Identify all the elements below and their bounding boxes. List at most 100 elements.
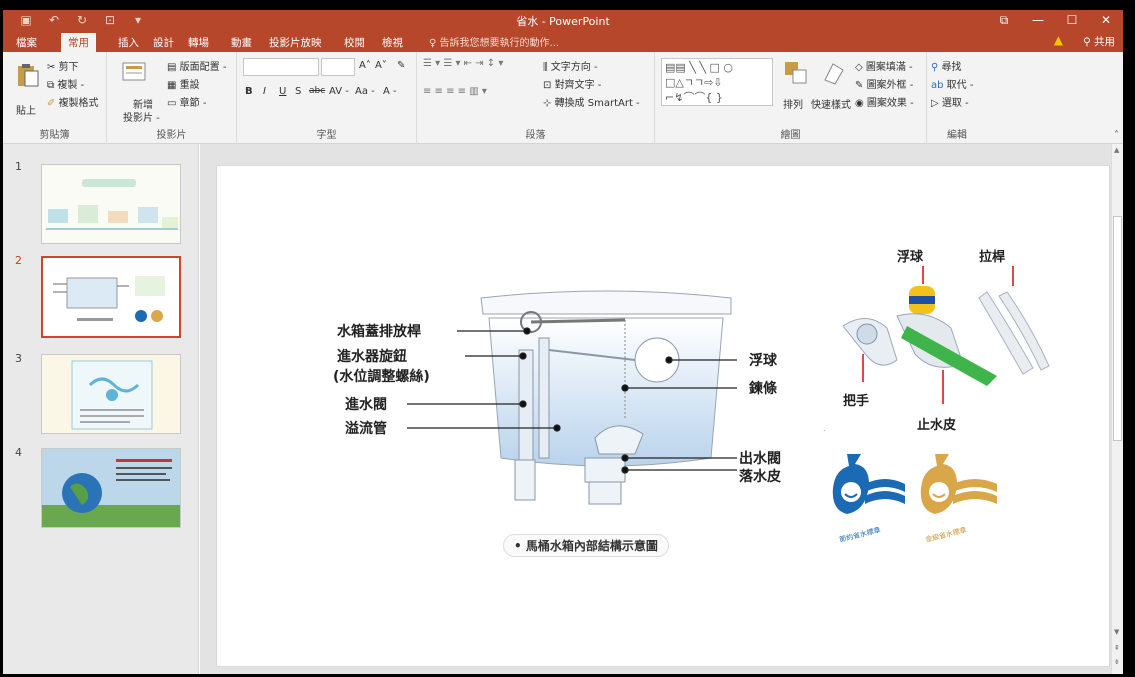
clear-format-icon[interactable]: ✎	[397, 60, 405, 71]
section-icon: ▭	[167, 98, 180, 109]
label-inlet-valve: 進水閥	[345, 397, 387, 413]
align-icons[interactable]: ≡ ≡ ≡ ≡ ▥ ▾	[423, 86, 487, 97]
slide-number-2: 2	[15, 254, 22, 267]
font-color-button[interactable]: A -	[383, 86, 397, 97]
paste-icon[interactable]	[15, 62, 41, 88]
select-button[interactable]: ▷ 選取 -	[931, 94, 969, 109]
tab-transitions[interactable]: 轉場	[181, 33, 216, 52]
format-painter-button[interactable]: ✐ 複製格式	[47, 94, 99, 109]
next-slide-icon[interactable]: ⇟	[1114, 658, 1120, 666]
scroll-thumb[interactable]	[1113, 216, 1122, 441]
slide-thumbnail-3[interactable]	[41, 354, 181, 434]
paste-button[interactable]: 貼上	[16, 102, 36, 117]
flush-parts-photo	[842, 266, 1050, 404]
clipboard-group: 貼上 ✂ 剪下 ⧉ 複製 - ✐ 複製格式 剪貼簿	[3, 52, 107, 144]
warning-icon[interactable]: ▲	[1054, 33, 1063, 47]
outline-icon: ✎	[855, 80, 867, 91]
drawing-group: ▤▤ ╲ ╲ □ ○ □△ㄱㄱ⇨⇩ ⌐↯⌒⌒{ } 排列 快速樣式 ◇ 圖案填滿 -…	[655, 52, 927, 144]
powerpoint-window: ▣ ↶ ↻ ⊡ ▾ 省水 - PowerPoint ⧉ — ☐ ✕ 檔案 常用 …	[0, 0, 1135, 677]
shadow-button[interactable]: S	[295, 86, 301, 97]
label-overflow-pipe: 溢流管	[345, 421, 387, 437]
change-case-button[interactable]: Aa -	[355, 86, 375, 97]
tab-view[interactable]: 檢視	[375, 33, 410, 52]
shape-effects-button[interactable]: ◉ 圖案效果 -	[855, 94, 914, 109]
replace-button[interactable]: ab 取代 -	[931, 76, 973, 91]
tab-insert[interactable]: 插入	[111, 33, 146, 52]
effects-icon: ◉	[855, 98, 867, 109]
tab-home[interactable]: 常用	[61, 33, 96, 52]
cursor-icon: ▷	[931, 98, 942, 109]
brush-icon: ✐	[47, 98, 59, 109]
collapse-ribbon-icon[interactable]: ˄	[1114, 130, 1119, 141]
vertical-scrollbar[interactable]: ▲ ▼ ⇞ ⇟	[1111, 144, 1123, 674]
text-direction-button[interactable]: ⫼ 文字方向 -	[543, 58, 598, 73]
tab-file[interactable]: 檔案	[9, 33, 44, 52]
minimize-icon[interactable]: —	[1021, 10, 1055, 30]
lightbulb-icon: ♀	[429, 38, 440, 49]
arrange-icon[interactable]	[783, 60, 809, 86]
copy-button[interactable]: ⧉ 複製 -	[47, 76, 84, 91]
bold-button[interactable]: B	[245, 86, 253, 97]
align-text-button[interactable]: ⊡ 對齊文字 -	[543, 76, 601, 91]
label-flapper: 落水皮	[739, 469, 781, 485]
slide-thumbnail-4[interactable]	[41, 448, 181, 528]
copy-icon: ⧉	[47, 80, 58, 91]
tell-me-box[interactable]: ♀ 告訴我您想要執行的動作...	[429, 34, 559, 49]
new-slide-icon[interactable]	[121, 60, 147, 86]
bullets-icon[interactable]: ☰ ▾ ☰ ▾ ⇤ ⇥ ↕ ▾	[423, 58, 503, 69]
thumbnail-1-image	[42, 165, 180, 243]
scissors-icon: ✂	[47, 62, 59, 73]
tab-design[interactable]: 設計	[146, 33, 181, 52]
section-button[interactable]: ▭ 章節 -	[167, 94, 206, 109]
font-label: 字型	[316, 130, 337, 141]
share-button[interactable]: ⚲ 共用	[1083, 34, 1115, 49]
scroll-up-icon[interactable]: ▲	[1114, 146, 1119, 154]
close-icon[interactable]: ✕	[1089, 10, 1123, 30]
label-chain: 鍊條	[749, 381, 777, 397]
grow-font-icon[interactable]: A˄	[359, 60, 371, 71]
shape-outline-button[interactable]: ✎ 圖案外框 -	[855, 76, 913, 91]
shrink-font-icon[interactable]: A˅	[375, 60, 387, 71]
tab-slideshow[interactable]: 投影片放映	[262, 33, 329, 52]
prev-slide-icon[interactable]: ⇞	[1114, 644, 1120, 652]
tab-animations[interactable]: 動畫	[224, 33, 259, 52]
label-flush-lever: 水箱蓋排放桿	[337, 324, 421, 340]
char-spacing-button[interactable]: AV -	[329, 86, 349, 97]
maximize-icon[interactable]: ☐	[1055, 10, 1089, 30]
ribbon-tabs: 檔案 常用 插入 設計 轉場 動畫 投影片放映 校閱 檢視 ♀ 告訴我您想要執行…	[3, 30, 1123, 52]
slide-thumbnail-pane: 1 2 3 4	[3, 144, 199, 674]
fill-icon: ◇	[855, 62, 866, 73]
find-button[interactable]: ⚲ 尋找	[931, 58, 962, 73]
text-direction-icon: ⫼	[543, 62, 551, 73]
editing-label: 編輯	[947, 130, 967, 141]
thumbnail-2-image	[43, 258, 179, 336]
quick-styles-button[interactable]: 快速樣式	[811, 96, 851, 111]
cut-button[interactable]: ✂ 剪下	[47, 58, 79, 73]
font-size-combo[interactable]	[321, 58, 355, 76]
smartart-button[interactable]: ⊹ 轉換成 SmartArt -	[543, 94, 640, 109]
slide-thumbnail-2[interactable]	[41, 256, 181, 338]
shape-fill-button[interactable]: ◇ 圖案填滿 -	[855, 58, 913, 73]
ribbon-display-icon[interactable]: ⧉	[987, 10, 1021, 30]
arrange-button[interactable]: 排列	[783, 96, 803, 111]
strikethrough-button[interactable]: abc	[309, 86, 325, 96]
scroll-down-icon[interactable]: ▼	[1114, 628, 1119, 636]
current-slide[interactable]: 水箱蓋排放桿 進水器旋鈕 (水位調整螺絲) 進水閥 溢流管 浮球 鍊條 出水閥 …	[216, 165, 1110, 667]
layout-button[interactable]: ▤ 版面配置 -	[167, 58, 226, 73]
reset-button[interactable]: ▦ 重設	[167, 76, 200, 91]
drawing-label: 繪圖	[780, 130, 801, 141]
paragraph-label: 段落	[525, 130, 546, 141]
shapes-gallery[interactable]: ▤▤ ╲ ╲ □ ○ □△ㄱㄱ⇨⇩ ⌐↯⌒⌒{ }	[661, 58, 773, 106]
font-name-combo[interactable]	[243, 58, 319, 76]
label-inlet-knob-sub: (水位調整螺絲)	[333, 369, 430, 385]
tab-review[interactable]: 校閱	[337, 33, 372, 52]
italic-button[interactable]: I	[263, 86, 266, 97]
underline-button[interactable]: U	[279, 86, 286, 97]
diagram-caption: • 馬桶水箱內部結構示意圖	[503, 534, 669, 557]
align-text-icon: ⊡	[543, 80, 555, 91]
slide-thumbnail-1[interactable]	[41, 164, 181, 244]
layout-icon: ▤	[167, 62, 180, 73]
water-saving-logo-blue	[832, 454, 905, 514]
new-slide-button[interactable]: 投影片 -	[123, 109, 160, 124]
quick-styles-icon[interactable]	[821, 60, 847, 86]
